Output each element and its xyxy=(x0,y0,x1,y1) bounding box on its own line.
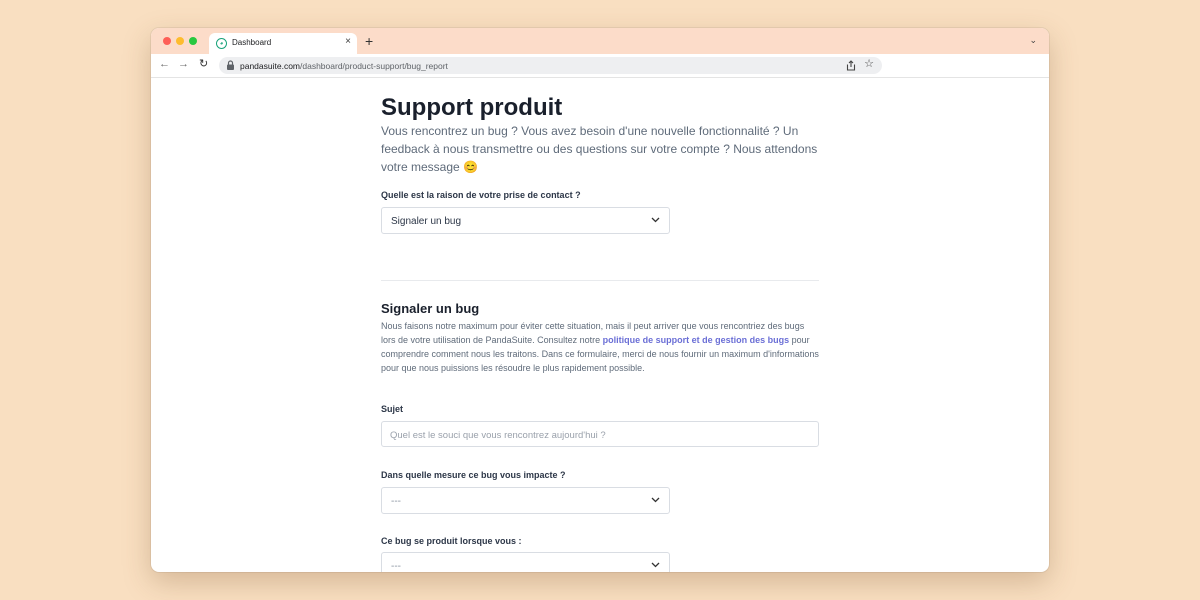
impact-select-value: --- xyxy=(391,496,401,507)
bug-section-title: Signaler un bug xyxy=(381,301,480,316)
impact-label: Dans quelle mesure ce bug vous impacte ? xyxy=(381,470,566,480)
bug-section-description: Nous faisons notre maximum pour éviter c… xyxy=(381,319,819,375)
url-text: pandasuite.com/dashboard/product-support… xyxy=(240,61,448,71)
intro-text: Vous rencontrez un bug ? Vous avez besoi… xyxy=(381,124,818,174)
tab-title: Dashboard xyxy=(232,38,272,47)
reason-select-value: Signaler un bug xyxy=(391,216,462,227)
occurs-select[interactable]: --- xyxy=(381,552,670,572)
minimize-window-button[interactable] xyxy=(176,37,184,45)
forward-arrow-icon[interactable]: → xyxy=(178,59,189,70)
section-divider xyxy=(381,280,819,281)
chevron-down-icon xyxy=(651,562,660,568)
subject-input[interactable]: Quel est le souci que vous rencontrez au… xyxy=(381,421,819,447)
browser-window: ◕ Dashboard × + ⌄ ← → ↻ pandasuite.com/d… xyxy=(151,28,1049,572)
url-host: pandasuite.com xyxy=(240,61,301,71)
browser-tab[interactable]: ◕ Dashboard × xyxy=(209,33,357,54)
star-icon[interactable]: ☆ xyxy=(864,58,874,71)
impact-select[interactable]: --- xyxy=(381,487,670,514)
url-path: /dashboard/product-support/bug_report xyxy=(300,61,448,71)
close-icon[interactable]: × xyxy=(345,37,351,47)
chevron-down-icon xyxy=(651,497,660,503)
lock-icon xyxy=(227,60,234,70)
reload-icon[interactable]: ↻ xyxy=(199,59,208,70)
share-icon[interactable] xyxy=(846,60,856,71)
plus-icon[interactable]: + xyxy=(365,34,373,48)
browser-toolbar: ← → ↻ pandasuite.com/dashboard/product-s… xyxy=(151,54,1049,78)
page-title: Support produit xyxy=(381,94,563,121)
reason-label: Quelle est la raison de votre prise de c… xyxy=(381,190,581,200)
subject-label: Sujet xyxy=(381,404,404,414)
reason-select[interactable]: Signaler un bug xyxy=(381,207,670,234)
panda-favicon-icon: ◕ xyxy=(216,38,227,49)
tab-search-chevron-icon[interactable]: ⌄ xyxy=(1029,35,1037,46)
back-arrow-icon[interactable]: ← xyxy=(159,59,170,70)
occurs-label: Ce bug se produit lorsque vous : xyxy=(381,536,522,546)
subject-placeholder: Quel est le souci que vous rencontrez au… xyxy=(390,430,606,441)
browser-titlebar: ◕ Dashboard × + ⌄ xyxy=(151,28,1049,54)
support-policy-link[interactable]: politique de support et de gestion des b… xyxy=(603,335,790,345)
occurs-select-value: --- xyxy=(391,561,401,572)
chevron-down-icon xyxy=(651,217,660,223)
address-bar[interactable]: pandasuite.com/dashboard/product-support… xyxy=(219,57,882,74)
maximize-window-button[interactable] xyxy=(189,37,197,45)
close-window-button[interactable] xyxy=(163,37,171,45)
